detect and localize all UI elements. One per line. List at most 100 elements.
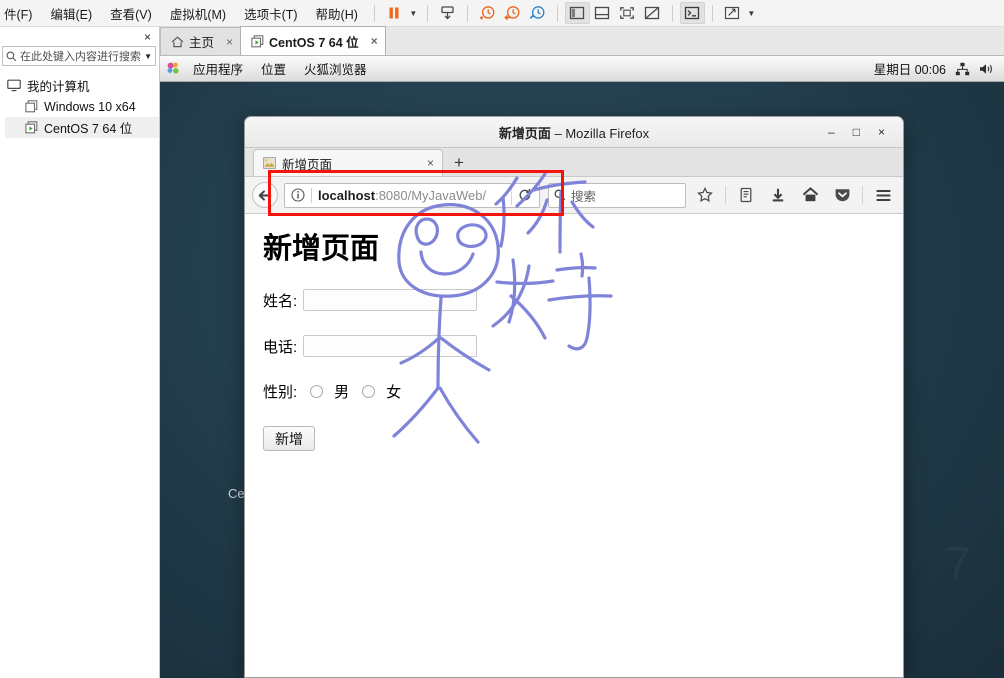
menu-vm[interactable]: 虚拟机(M) xyxy=(161,1,235,26)
vm-running-icon xyxy=(25,121,38,134)
name-field[interactable] xyxy=(303,289,478,312)
gnome-firefox[interactable]: 火狐浏览器 xyxy=(295,57,376,80)
tab-centos7-close-icon[interactable]: × xyxy=(371,34,378,48)
home-icon[interactable] xyxy=(797,182,823,208)
gnome-top-panel: 应用程序 位置 火狐浏览器 星期日 00:06 xyxy=(160,56,1004,82)
gnome-places[interactable]: 位置 xyxy=(252,57,295,80)
firefox-tab-label: 新增页面 xyxy=(282,157,333,172)
search-icon xyxy=(6,51,17,61)
toolbar-divider xyxy=(725,186,726,204)
firefox-navbar: localhost:8080/MyJavaWeb/ 搜索 xyxy=(245,177,903,214)
library-search-input[interactable]: 在此处键入内容进行搜索 ▼ xyxy=(2,46,156,66)
vmware-menubar: 件(F) 编辑(E) 查看(V) 虚拟机(M) 选项卡(T) 帮助(H) ▼ ▼ xyxy=(0,0,1004,27)
console-terminal-button[interactable] xyxy=(679,2,705,24)
home-icon xyxy=(171,35,184,47)
gender-female-label: 女 xyxy=(386,384,402,402)
take-snapshot-button[interactable] xyxy=(475,2,500,24)
library-icon[interactable] xyxy=(733,182,759,208)
new-tab-button[interactable]: + xyxy=(443,153,474,176)
vm-running-icon xyxy=(251,34,264,47)
tab-home[interactable]: 主页 × xyxy=(160,27,242,55)
identity-divider xyxy=(311,187,312,203)
menu-file[interactable]: 件(F) xyxy=(0,1,41,26)
site-identity-block[interactable] xyxy=(291,187,318,203)
toolbar-divider-5 xyxy=(671,4,673,22)
menu-tabs[interactable]: 选项卡(T) xyxy=(235,1,306,26)
info-circle-icon xyxy=(291,188,305,202)
hamburger-menu-icon[interactable] xyxy=(870,182,896,208)
menu-view[interactable]: 查看(V) xyxy=(101,1,161,26)
close-button[interactable]: × xyxy=(878,126,885,138)
toolbar-divider-1 xyxy=(373,4,375,22)
tab-centos7[interactable]: CentOS 7 64 位 × xyxy=(240,26,386,55)
show-library-button[interactable] xyxy=(564,2,590,24)
library-search-dropdown-icon[interactable]: ▼ xyxy=(144,52,152,61)
stretch-dropdown-caret-icon[interactable]: ▼ xyxy=(745,2,758,24)
tab-home-label: 主页 xyxy=(189,36,215,50)
tree-my-computer[interactable]: 我的计算机 xyxy=(5,75,159,96)
minimize-button[interactable]: – xyxy=(828,126,835,138)
close-library-icon[interactable]: × xyxy=(144,31,151,43)
computer-icon xyxy=(7,79,21,92)
submit-button[interactable]: 新增 xyxy=(263,426,315,452)
toolbar-divider-3 xyxy=(466,4,468,22)
manage-snapshots-button[interactable] xyxy=(525,2,550,24)
show-console-view-button[interactable] xyxy=(590,2,615,24)
phone-label: 电话: xyxy=(263,338,298,356)
menu-help[interactable]: 帮助(H) xyxy=(307,1,367,26)
name-label: 姓名: xyxy=(263,292,298,310)
pause-vm-button[interactable] xyxy=(382,2,407,24)
firefox-tab-new-page[interactable]: 新增页面 × xyxy=(253,149,443,176)
page-content: 新增页面 姓名: 电话: 性别: 男 女 新增 xyxy=(245,172,903,677)
stretch-guest-button[interactable] xyxy=(720,2,745,24)
gender-male-label: 男 xyxy=(334,384,350,402)
library-close-row: × xyxy=(0,27,159,46)
url-host: localhost xyxy=(318,187,376,203)
vm-library-tree: 我的计算机 Windows 10 x64 CentOS 7 64 位 xyxy=(0,75,159,138)
firefox-window-title: 新增页面 – Mozilla Firefox xyxy=(245,123,903,142)
reload-icon xyxy=(519,188,530,201)
firefox-window: 新增页面 – Mozilla Firefox – □ × 新增页面 × + lo… xyxy=(244,116,904,678)
firefox-title-page: 新增页面 xyxy=(498,125,551,141)
gnome-clock[interactable]: 星期日 00:06 xyxy=(874,59,946,78)
guest-screen: 7 Ce 应用程序 位置 火狐浏览器 星期日 00:06 新增页面 – xyxy=(160,56,1004,678)
desktop-icon-label: Ce xyxy=(228,486,245,501)
library-search-placeholder: 在此处键入内容进行搜索 xyxy=(20,51,141,63)
fullscreen-button[interactable] xyxy=(615,2,640,24)
revert-snapshot-button[interactable] xyxy=(500,2,525,24)
unity-mode-button[interactable] xyxy=(640,2,665,24)
bookmark-star-icon[interactable] xyxy=(692,182,718,208)
network-icon xyxy=(955,62,970,75)
firefox-title-separator: – xyxy=(554,125,562,141)
screenshot-root: 件(F) 编辑(E) 查看(V) 虚拟机(M) 选项卡(T) 帮助(H) ▼ ▼… xyxy=(0,0,1004,678)
tree-vm-centos7[interactable]: CentOS 7 64 位 xyxy=(5,117,159,138)
tree-vm-windows10[interactable]: Windows 10 x64 xyxy=(5,96,159,117)
search-box[interactable]: 搜索 xyxy=(548,182,686,208)
maximize-button[interactable]: □ xyxy=(853,126,860,138)
toolbar-divider-2 xyxy=(426,4,428,22)
back-arrow-icon xyxy=(258,189,272,201)
library-search-row: 在此处键入内容进行搜索 ▼ xyxy=(0,46,159,66)
tab-centos7-label: CentOS 7 64 位 xyxy=(269,35,359,50)
menu-edit[interactable]: 编辑(E) xyxy=(41,1,101,26)
back-button[interactable] xyxy=(252,182,278,208)
gender-female-radio[interactable] xyxy=(362,385,376,399)
volume-icon xyxy=(980,63,992,74)
toolbar-divider-6 xyxy=(711,4,713,22)
gender-male-radio[interactable] xyxy=(310,385,324,399)
firefox-window-controls: – □ × xyxy=(828,126,903,138)
downloads-icon[interactable] xyxy=(765,182,791,208)
tab-home-close-icon[interactable]: × xyxy=(226,35,233,49)
page-favicon-icon xyxy=(263,157,276,169)
pocket-icon[interactable] xyxy=(829,182,855,208)
firefox-tab-close-icon[interactable]: × xyxy=(427,156,434,170)
send-ctrl-alt-del-button[interactable] xyxy=(435,2,460,24)
phone-field[interactable] xyxy=(303,335,478,358)
reload-button[interactable] xyxy=(511,185,537,205)
url-bar[interactable]: localhost:8080/MyJavaWeb/ xyxy=(284,182,540,208)
toolbar-divider-4 xyxy=(556,4,558,22)
pause-dropdown-caret-icon[interactable]: ▼ xyxy=(407,2,420,24)
gnome-applications[interactable]: 应用程序 xyxy=(184,57,252,80)
tree-my-computer-label: 我的计算机 xyxy=(27,80,90,94)
gnome-panel-right: 星期日 00:06 xyxy=(874,59,998,78)
